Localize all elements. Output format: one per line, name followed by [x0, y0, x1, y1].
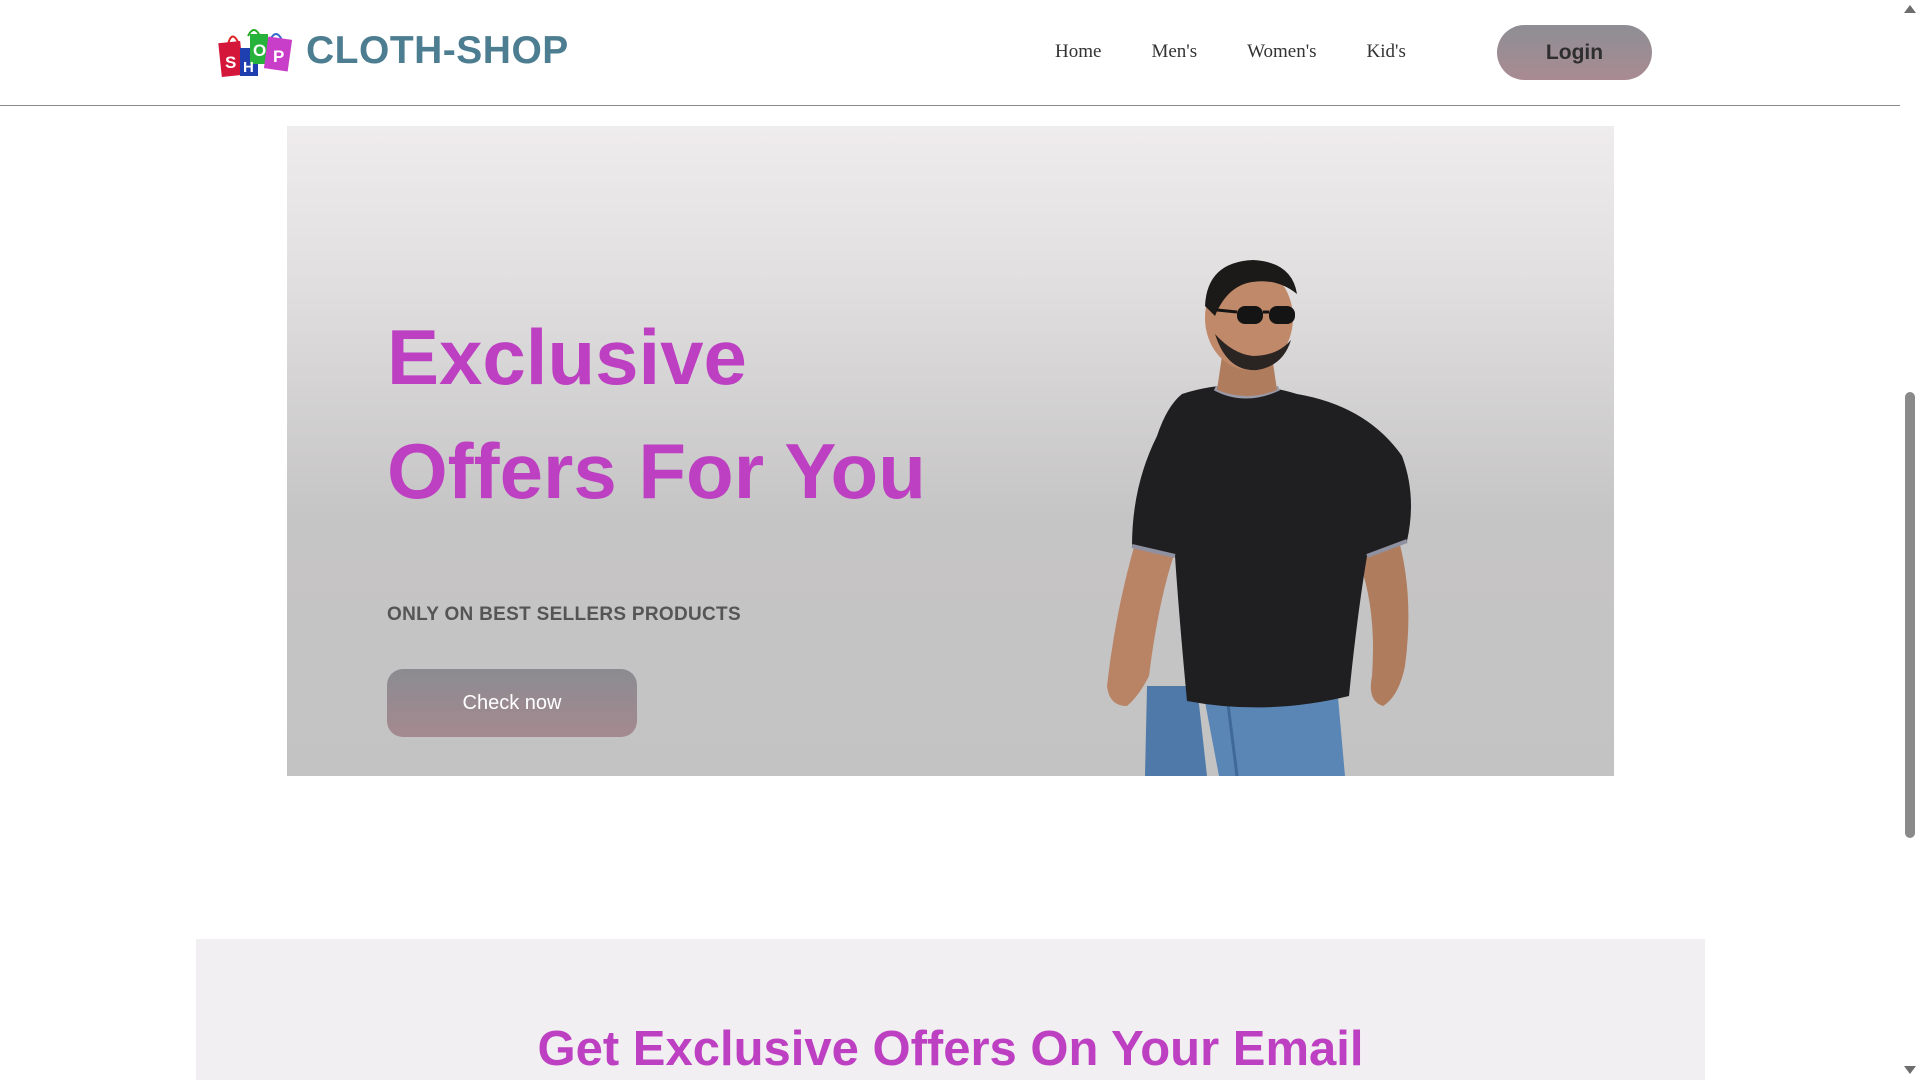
check-now-button[interactable]: Check now — [387, 669, 637, 737]
svg-text:P: P — [273, 47, 284, 66]
svg-text:O: O — [253, 41, 266, 60]
svg-text:S: S — [225, 53, 236, 72]
site-header: S H O P CLOTH-SHOP Home Men's Women's Ki… — [0, 0, 1900, 106]
hero-subtitle: ONLY ON BEST SELLERS PRODUCTS — [387, 604, 741, 625]
newsletter-section: Get Exclusive Offers On Your Email — [196, 939, 1705, 1080]
nav-kids[interactable]: Kid's — [1367, 40, 1406, 64]
hero-title-line-2: Offers For You — [387, 427, 926, 515]
brand-name[interactable]: CLOTH-SHOP — [306, 28, 569, 74]
scroll-thumb[interactable] — [1905, 392, 1915, 838]
hero-banner: Exclusive Offers For You ONLY ON BEST SE… — [287, 126, 1614, 776]
scroll-up-arrow-icon[interactable] — [1904, 5, 1916, 13]
nav-home[interactable]: Home — [1055, 40, 1101, 64]
main-nav: Home Men's Women's Kid's — [1055, 40, 1456, 64]
vertical-scrollbar[interactable] — [1900, 0, 1920, 1080]
scroll-down-arrow-icon[interactable] — [1904, 1066, 1916, 1074]
hero-title-line-1: Exclusive — [387, 313, 747, 401]
page-viewport: S H O P CLOTH-SHOP Home Men's Women's Ki… — [0, 0, 1900, 1080]
nav-mens[interactable]: Men's — [1151, 40, 1197, 64]
newsletter-title: Get Exclusive Offers On Your Email — [537, 1022, 1364, 1076]
shopping-bags-icon[interactable]: S H O P — [218, 24, 294, 80]
login-button[interactable]: Login — [1497, 25, 1652, 80]
svg-text:H: H — [243, 59, 254, 76]
nav-womens[interactable]: Women's — [1247, 40, 1316, 64]
hero-model-image — [1107, 260, 1411, 776]
